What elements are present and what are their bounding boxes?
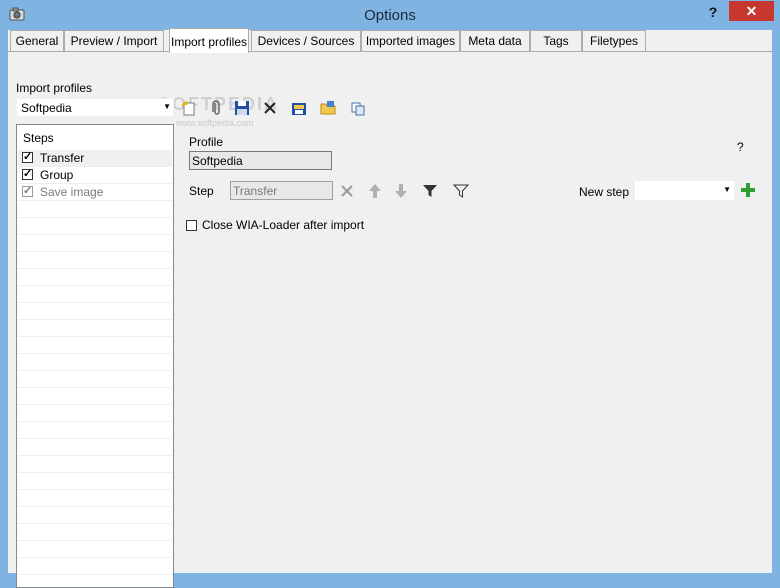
import-profiles-label: Import profiles [16, 81, 93, 95]
help-icon[interactable]: ? [737, 140, 744, 154]
step-checkbox[interactable]: ✓ [22, 169, 33, 180]
list-row-empty [18, 320, 172, 337]
tab-import-profiles[interactable]: Import profiles [169, 28, 249, 53]
remove-step-icon[interactable] [339, 183, 355, 199]
import-profiles-pane: SOFTPEDIA www.softpedia.com Import profi… [8, 51, 772, 588]
list-row-empty [18, 286, 172, 303]
tab-tags[interactable]: Tags [530, 30, 582, 51]
close-after-import-checkbox[interactable] [186, 220, 197, 231]
watermark-url: www.softpedia.com [176, 118, 254, 128]
move-down-icon[interactable] [393, 183, 409, 199]
export-icon[interactable] [291, 100, 307, 116]
list-row-empty [18, 524, 172, 541]
tab-imported-images[interactable]: Imported images [361, 30, 460, 51]
move-up-icon[interactable] [367, 183, 383, 199]
delete-icon[interactable] [262, 100, 278, 116]
step-label: Save image [40, 185, 104, 199]
profile-select-value: Softpedia [21, 101, 72, 115]
chevron-down-icon: ▼ [163, 102, 171, 111]
list-row-empty [18, 490, 172, 507]
list-row-empty [18, 439, 172, 456]
list-item[interactable]: ✓ Transfer [18, 150, 172, 167]
list-row-empty [18, 235, 172, 252]
tab-devices-sources[interactable]: Devices / Sources [251, 30, 361, 51]
new-step-select[interactable]: ▼ [634, 180, 735, 201]
attach-icon[interactable] [209, 100, 225, 116]
close-button[interactable]: ✕ [729, 1, 774, 21]
window-title: Options [364, 7, 416, 24]
dialog-client-area: General Preview / Import Import profiles… [8, 28, 772, 588]
help-button[interactable]: ? [700, 2, 726, 22]
close-after-import-label: Close WIA-Loader after import [202, 218, 365, 232]
copy-icon[interactable] [350, 100, 366, 116]
add-step-icon[interactable] [740, 182, 756, 198]
title-bar: Options ? ✕ [0, 0, 780, 30]
new-profile-icon[interactable] [181, 100, 197, 116]
options-window: Options ? ✕ General Preview / Import Imp… [0, 0, 780, 588]
list-row-empty [18, 218, 172, 235]
save-icon[interactable] [234, 100, 250, 116]
list-row-empty [18, 507, 172, 524]
step-label: Group [40, 168, 74, 182]
list-row-empty [18, 269, 172, 286]
tab-general[interactable]: General [10, 30, 64, 51]
clear-filter-icon[interactable] [452, 183, 470, 199]
list-row-empty [18, 558, 172, 575]
profile-label: Profile [189, 135, 224, 149]
steps-header: Steps [23, 131, 54, 145]
tab-meta-data[interactable]: Meta data [460, 30, 530, 51]
profile-select[interactable]: Softpedia ▼ [16, 98, 174, 117]
steps-list[interactable]: Steps ✓ Transfer ✓ Group ✓ Save image [16, 124, 174, 588]
list-row-empty [18, 354, 172, 371]
open-folder-icon[interactable] [320, 100, 336, 116]
list-row-empty [18, 473, 172, 490]
profile-name-value: Softpedia [192, 154, 243, 168]
list-row-empty [18, 541, 172, 558]
list-item[interactable]: ✓ Save image [18, 184, 172, 201]
list-row-empty [18, 252, 172, 269]
step-name-field[interactable]: Transfer [230, 181, 333, 200]
new-step-label: New step [579, 185, 630, 199]
step-checkbox[interactable]: ✓ [22, 186, 33, 197]
tab-filetypes[interactable]: Filetypes [582, 30, 646, 51]
list-row-empty [18, 456, 172, 473]
step-label-text: Step [189, 184, 214, 198]
tab-preview-import[interactable]: Preview / Import [64, 30, 164, 51]
list-row-empty [18, 388, 172, 405]
list-item[interactable]: ✓ Group [18, 167, 172, 184]
step-name-value: Transfer [233, 184, 278, 198]
list-row-empty [18, 422, 172, 439]
list-row-empty [18, 337, 172, 354]
chevron-down-icon: ▼ [723, 185, 731, 194]
list-row-empty [18, 303, 172, 320]
step-checkbox[interactable]: ✓ [22, 152, 33, 163]
profile-name-field[interactable]: Softpedia [189, 151, 332, 170]
filter-icon[interactable] [422, 183, 438, 199]
list-row-empty [18, 201, 172, 218]
list-row-empty [18, 405, 172, 422]
list-row-empty [18, 371, 172, 388]
step-label: Transfer [40, 151, 85, 165]
